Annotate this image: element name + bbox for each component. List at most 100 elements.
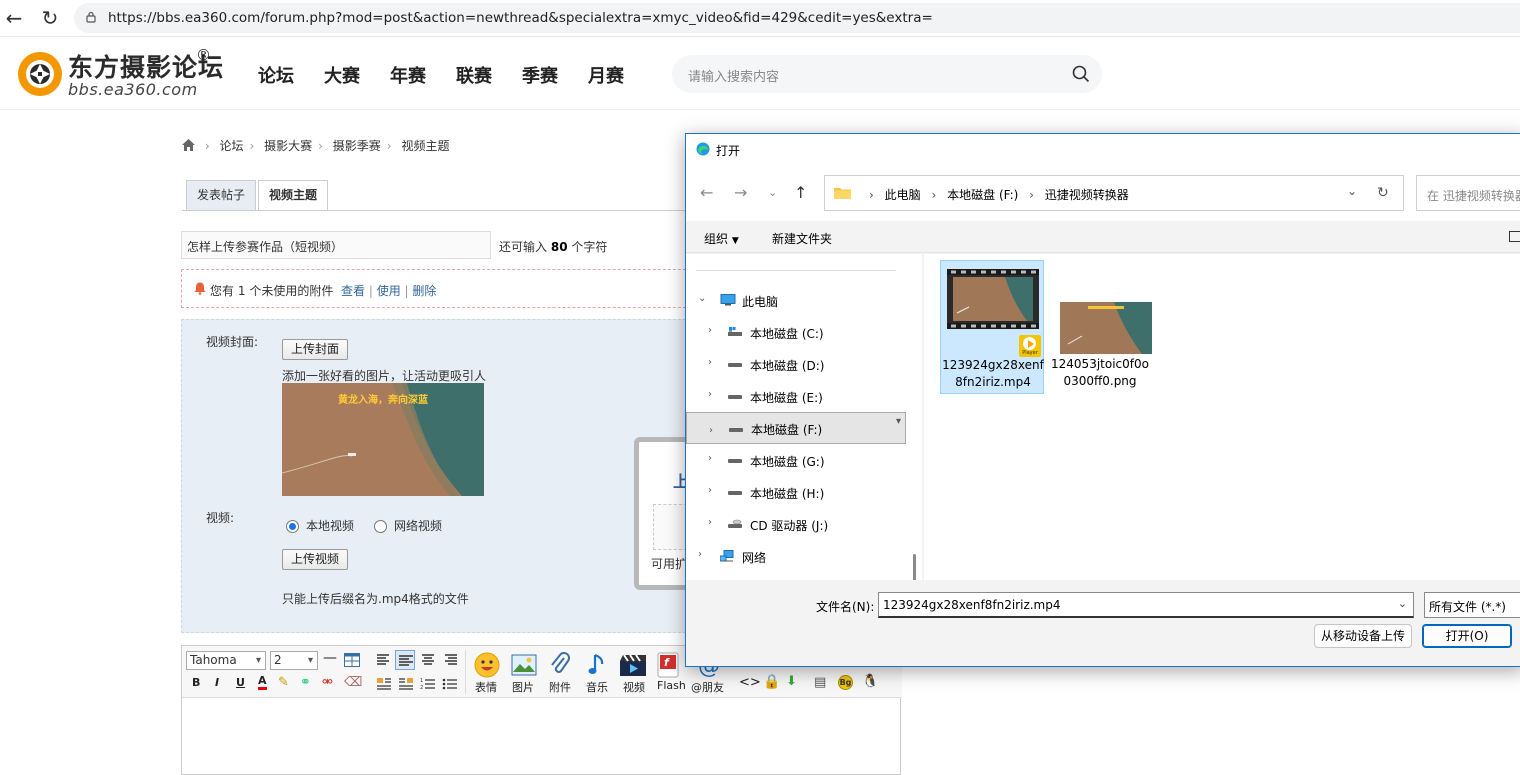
attach-use-link[interactable]: 使用 <box>377 284 401 298</box>
filename-dropdown-icon[interactable]: ⌄ <box>1398 597 1407 610</box>
organize-button[interactable]: 组织 ▼ <box>704 230 739 247</box>
highlight-icon[interactable]: ✎ <box>278 675 289 690</box>
float-right-icon[interactable] <box>398 677 414 691</box>
upload-from-mobile-button[interactable]: 从移动设备上传 <box>1314 624 1412 648</box>
reload-icon[interactable]: ↻ <box>38 6 62 30</box>
refresh-icon[interactable]: ↻ <box>1377 185 1389 201</box>
nav-league[interactable]: 联赛 <box>456 62 492 88</box>
flash-label[interactable]: Flash <box>657 679 686 692</box>
file-item-png[interactable]: 124053jtoic0f0o0300ff0.png <box>1048 260 1152 394</box>
link-icon[interactable]: ⚭ <box>300 675 311 690</box>
attach-view-link[interactable]: 查看 <box>341 284 365 298</box>
back-arrow-icon[interactable]: ← <box>2 6 26 30</box>
tab-video-topic[interactable]: 视频主题 <box>258 180 329 211</box>
attachment-label[interactable]: 附件 <box>549 679 571 695</box>
nav-drive-f[interactable]: › 本地磁盘 (F:) <box>686 412 906 444</box>
back-arrow-icon[interactable]: ← <box>700 183 713 202</box>
emoji-icon[interactable] <box>474 652 500 678</box>
align-left-icon[interactable] <box>376 653 392 667</box>
breadcrumb-video-topic[interactable]: 视频主题 <box>401 139 449 153</box>
emoji-label[interactable]: 表情 <box>475 679 497 695</box>
nav-this-pc[interactable]: ⌄ 此电脑 <box>686 284 906 316</box>
dialog-search-input[interactable]: 在 迅捷视频转换器 <box>1416 175 1520 211</box>
nav-monthly[interactable]: 月赛 <box>588 62 624 88</box>
qq-icon[interactable]: 🐧 <box>862 674 878 689</box>
network-video-label[interactable]: 网络视频 <box>394 517 442 534</box>
download-icon[interactable]: ⬇ <box>786 674 797 689</box>
nav-drive-g[interactable]: › 本地磁盘 (G:) <box>686 444 906 476</box>
upload-cover-button[interactable]: 上传封面 <box>282 339 349 360</box>
search-icon[interactable] <box>1072 65 1090 83</box>
image-icon[interactable] <box>511 654 537 676</box>
nav-forum[interactable]: 论坛 <box>258 62 294 88</box>
nav-drive-c[interactable]: › 本地磁盘 (C:) <box>686 316 906 348</box>
address-dropdown-icon[interactable]: ⌄ <box>1347 184 1357 198</box>
music-icon[interactable] <box>587 652 607 678</box>
nav-drive-h[interactable]: › 本地磁盘 (H:) <box>686 476 906 508</box>
file-item-mp4[interactable]: Player 123924gx28xenf8fn2iriz.mp4 <box>940 260 1044 394</box>
filetype-select[interactable]: 所有文件 (*.*) <box>1424 592 1520 618</box>
home-icon[interactable] <box>182 139 195 151</box>
logo-domain[interactable]: bbs.ea360.com <box>68 80 198 99</box>
address-bar[interactable]: https://bbs.ea360.com/forum.php?mod=post… <box>74 3 1520 33</box>
nav-annual[interactable]: 年赛 <box>390 62 426 88</box>
underline-button[interactable]: U <box>236 676 245 689</box>
bold-button[interactable]: B <box>192 676 200 689</box>
float-left-icon[interactable] <box>376 677 392 691</box>
logo-aperture-icon[interactable] <box>16 50 64 98</box>
align-right-icon[interactable] <box>442 653 458 667</box>
breadcrumb-forum[interactable]: 论坛 <box>219 139 243 153</box>
ordered-list-icon[interactable]: 12 <box>420 677 436 691</box>
image-label[interactable]: 图片 <box>512 679 534 695</box>
local-video-radio[interactable] <box>286 520 299 533</box>
horizontal-rule-icon[interactable]: — <box>323 651 337 667</box>
unordered-list-icon[interactable] <box>442 677 458 691</box>
music-label[interactable]: 音乐 <box>586 679 608 695</box>
nav-contest[interactable]: 大赛 <box>324 62 360 88</box>
path-drive-f[interactable]: 本地磁盘 (F:) <box>947 188 1018 202</box>
align-center-active[interactable] <box>395 650 415 670</box>
flash-icon[interactable]: f <box>657 652 679 678</box>
tab-new-post[interactable]: 发表帖子 <box>186 180 257 210</box>
navigation-pane: ⌄ 此电脑 › 本地磁盘 (C:) › 本地磁盘 (D:) › 本地磁盘 (E:… <box>686 254 922 666</box>
local-video-label[interactable]: 本地视频 <box>306 517 354 534</box>
upload-video-button[interactable]: 上传视频 <box>282 549 349 570</box>
open-button[interactable]: 打开(O) <box>1422 624 1512 648</box>
site-search-input[interactable]: 请输入搜索内容 <box>672 55 1102 93</box>
breadcrumb-season[interactable]: 摄影季赛 <box>333 139 381 153</box>
mention-label[interactable]: @朋友 <box>691 679 724 695</box>
font-size-select[interactable]: 2 <box>270 651 318 670</box>
forward-arrow-icon[interactable]: → <box>734 183 747 202</box>
clear-format-icon[interactable]: ⌫ <box>344 675 362 690</box>
nav-cd-drive-j[interactable]: › CD 驱动器 (J:) <box>686 508 906 540</box>
path-this-pc[interactable]: 此电脑 <box>885 188 921 202</box>
dialog-address-bar[interactable]: › 此电脑 › 本地磁盘 (F:) › 迅捷视频转换器 ⌄ ↻ <box>824 175 1404 211</box>
page-icon[interactable]: ▤ <box>814 675 826 690</box>
nav-drive-e[interactable]: › 本地磁盘 (E:) <box>686 380 906 412</box>
recent-locations-icon[interactable]: ⌄ <box>768 186 777 199</box>
font-color-button[interactable]: A <box>258 675 267 690</box>
video-label-btn[interactable]: 视频 <box>623 679 645 695</box>
unlink-icon[interactable]: ⚮ <box>322 675 333 690</box>
attachment-icon[interactable] <box>549 652 571 678</box>
align-center-icon[interactable] <box>420 653 436 667</box>
new-folder-button[interactable]: 新建文件夹 <box>772 230 832 247</box>
lock-hide-icon[interactable]: 🔒 <box>763 674 780 690</box>
filename-input[interactable]: 123924gx28xenf8fn2iriz.mp4 ⌄ <box>878 592 1414 618</box>
nav-drive-d[interactable]: › 本地磁盘 (D:) <box>686 348 906 380</box>
code-icon[interactable]: <> <box>739 675 761 690</box>
breadcrumb-contest[interactable]: 摄影大赛 <box>264 139 312 153</box>
path-folder[interactable]: 迅捷视频转换器 <box>1045 188 1129 202</box>
nav-season[interactable]: 季赛 <box>522 62 558 88</box>
video-clapper-icon[interactable] <box>619 653 647 677</box>
view-pane-icon[interactable] <box>1509 231 1520 242</box>
thread-title-input[interactable]: 怎样上传参赛作品（短视频） <box>181 231 491 259</box>
nav-network[interactable]: › 网络 <box>686 540 906 572</box>
attach-delete-link[interactable]: 删除 <box>412 284 436 298</box>
font-select[interactable]: Tahoma <box>186 651 266 670</box>
background-music-badge[interactable]: Bg <box>838 675 853 690</box>
italic-button[interactable]: I <box>215 676 219 689</box>
up-arrow-icon[interactable]: ↑ <box>794 183 807 202</box>
network-video-radio[interactable] <box>374 520 387 533</box>
table-icon[interactable] <box>344 653 360 667</box>
